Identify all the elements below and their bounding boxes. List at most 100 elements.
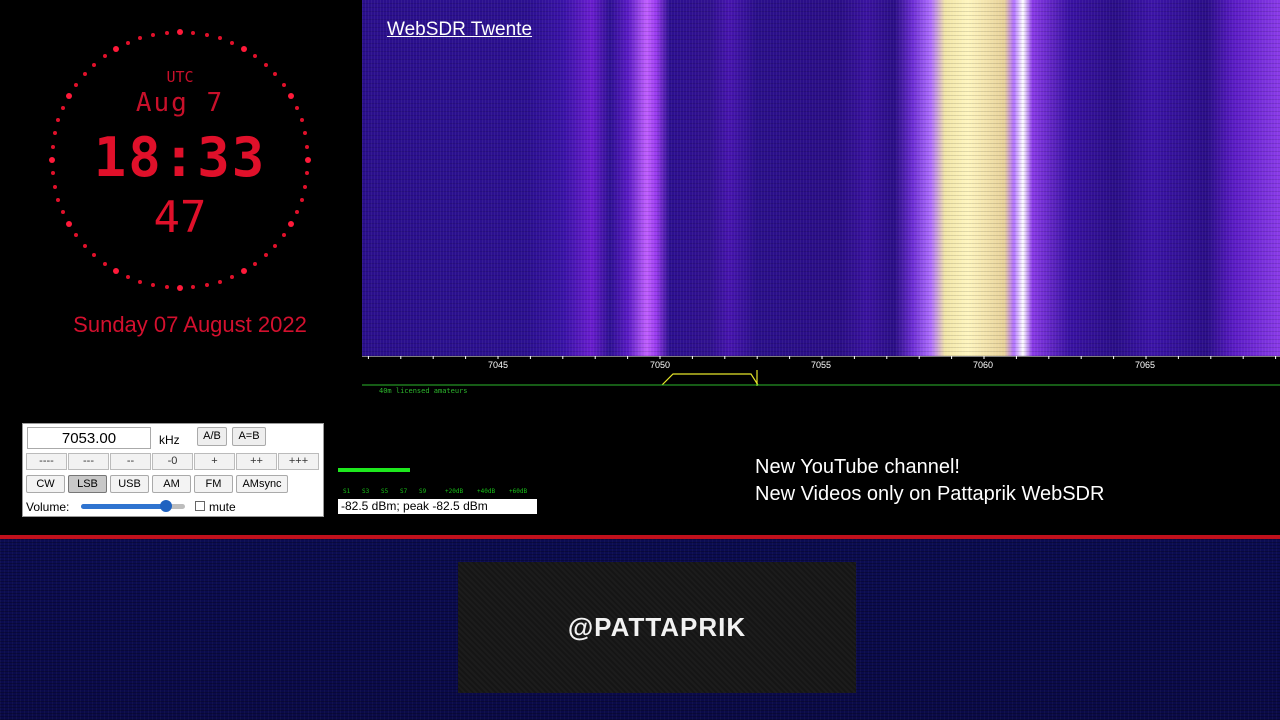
clock-ring-dot xyxy=(49,157,55,163)
announcement-line-2: New Videos only on Pattaprik WebSDR xyxy=(755,483,1105,505)
clock-ring-dot xyxy=(204,32,209,37)
step-up-1-button[interactable]: + xyxy=(194,453,235,470)
clock-ring-dot xyxy=(56,118,61,123)
clock-ring-dot xyxy=(102,261,107,266)
clock-ring-dot xyxy=(299,197,304,202)
clock-ring-dot xyxy=(299,118,304,123)
mode-cw-button[interactable]: CW xyxy=(26,475,65,493)
clock-ring-dot xyxy=(92,62,97,67)
step-up-3-button[interactable]: +++ xyxy=(278,453,319,470)
frequency-scale[interactable]: 7045 7050 7055 7060 7065 40m licensed am… xyxy=(362,356,1280,396)
clock-ring-dot xyxy=(253,54,258,59)
clock-ring-dot xyxy=(273,243,278,248)
clock-ring-dot xyxy=(74,82,79,87)
clock-ring-dot xyxy=(191,285,196,290)
announcement-line-1: New YouTube channel! xyxy=(755,456,960,478)
mode-button-row: CW LSB USB AM FM AMsync xyxy=(26,475,291,493)
step-up-2-button[interactable]: ++ xyxy=(236,453,277,470)
websdr-title-link[interactable]: WebSDR Twente xyxy=(387,19,532,41)
mute-label: mute xyxy=(209,500,236,514)
clock-ring-dot xyxy=(287,221,294,227)
smeter-tick-s9: S9 xyxy=(419,488,427,495)
scale-label-7060: 7060 xyxy=(973,360,993,370)
signal-reading: -82.5 dBm; peak -82.5 dBm xyxy=(338,499,537,514)
scale-label-7065: 7065 xyxy=(1135,360,1155,370)
clock-ring-dot xyxy=(138,36,143,41)
ab-button[interactable]: A/B xyxy=(197,427,227,446)
mode-amsync-button[interactable]: AMsync xyxy=(236,475,288,493)
clock-zone-label: UTC xyxy=(166,68,194,86)
smeter-tick-s5: S5 xyxy=(381,488,389,495)
clock-ring-dot xyxy=(125,41,130,46)
waterfall-display[interactable]: WebSDR Twente xyxy=(362,0,1280,356)
volume-slider-handle[interactable] xyxy=(160,500,173,512)
clock-ring-dot xyxy=(204,283,209,288)
smeter-tick-plus60: +60dB xyxy=(509,488,528,495)
clock-ring-dot xyxy=(230,41,235,46)
clock-ring-dot xyxy=(191,30,196,35)
clock-ring-dot xyxy=(164,30,169,35)
clock-ring-dot xyxy=(217,36,222,41)
step-round-button[interactable]: -0 xyxy=(152,453,193,470)
frequency-unit: kHz xyxy=(159,433,180,447)
clock-ring-dot xyxy=(303,184,308,189)
clock-ring-dot xyxy=(177,285,183,291)
clock-ring-dot xyxy=(281,82,286,87)
clock-ring-dot xyxy=(61,105,66,110)
clock-ring-dot xyxy=(151,32,156,37)
frequency-input[interactable] xyxy=(27,427,151,449)
clock-date: Aug 7 xyxy=(135,88,225,118)
clock-ring-dot xyxy=(125,274,130,279)
clock-ring-dot xyxy=(138,279,143,284)
clock-ring-dot xyxy=(287,93,294,99)
clock-ring-dot xyxy=(151,283,156,288)
handle-card: @PATTAPRIK xyxy=(458,562,856,693)
clock-ring-dot xyxy=(294,105,299,110)
clock-time: 18:33 xyxy=(93,126,267,189)
clock-ring-dot xyxy=(113,267,119,274)
clock-ring-dot xyxy=(305,144,310,149)
clock-ring-dot xyxy=(253,261,258,266)
tuning-step-row: ---- --- -- -0 + ++ +++ xyxy=(26,453,320,470)
step-down-2-button[interactable]: -- xyxy=(110,453,151,470)
scale-label-7055: 7055 xyxy=(811,360,831,370)
step-down-3-button[interactable]: --- xyxy=(68,453,109,470)
clock-ring-dot xyxy=(50,144,55,149)
clock-ring-dot xyxy=(52,184,57,189)
clock-ring-dot xyxy=(82,243,87,248)
smeter-tick-s1: S1 xyxy=(343,488,351,495)
a-equals-b-button[interactable]: A=B xyxy=(232,427,266,446)
volume-fill xyxy=(81,504,167,509)
receiver-control-panel: kHz A/B A=B ---- --- -- -0 + ++ +++ CW L… xyxy=(22,423,324,517)
announcement: New YouTube channel! New Videos only on … xyxy=(755,454,1104,508)
clock-ring-dot xyxy=(305,157,311,163)
mode-am-button[interactable]: AM xyxy=(152,475,191,493)
clock-ring-dot xyxy=(102,54,107,59)
utc-clock: UTC Aug 7 18:33 47 xyxy=(40,20,320,300)
volume-label: Volume: xyxy=(26,500,70,514)
clock-ring-dot xyxy=(217,279,222,284)
smeter-tick-plus40: +40dB xyxy=(477,488,496,495)
clock-ring-dot xyxy=(56,197,61,202)
step-down-4-button[interactable]: ---- xyxy=(26,453,67,470)
passband-indicator[interactable] xyxy=(661,373,759,386)
mode-fm-button[interactable]: FM xyxy=(194,475,233,493)
clock-seconds: 47 xyxy=(153,192,207,243)
clock-ring-dot xyxy=(164,285,169,290)
mute-checkbox[interactable] xyxy=(195,501,205,511)
clock-ring-dot xyxy=(177,29,183,35)
clock-ring-dot xyxy=(263,62,268,67)
scale-label-7045: 7045 xyxy=(488,360,508,370)
clock-ring-dot xyxy=(92,253,97,258)
volume-slider[interactable] xyxy=(81,500,185,512)
full-date-text: Sunday 07 August 2022 xyxy=(73,312,307,337)
clock-ring-dot xyxy=(281,233,286,238)
mode-usb-button[interactable]: USB xyxy=(110,475,149,493)
clock-ring-dot xyxy=(294,210,299,215)
clock-ring-dot xyxy=(230,274,235,279)
clock-ring-dot xyxy=(113,46,119,53)
mode-lsb-button[interactable]: LSB xyxy=(68,475,107,493)
smeter-tick-plus20: +20dB xyxy=(445,488,464,495)
band-label: 40m licensed amateurs xyxy=(379,387,468,395)
clock-ring-dot xyxy=(241,46,247,53)
